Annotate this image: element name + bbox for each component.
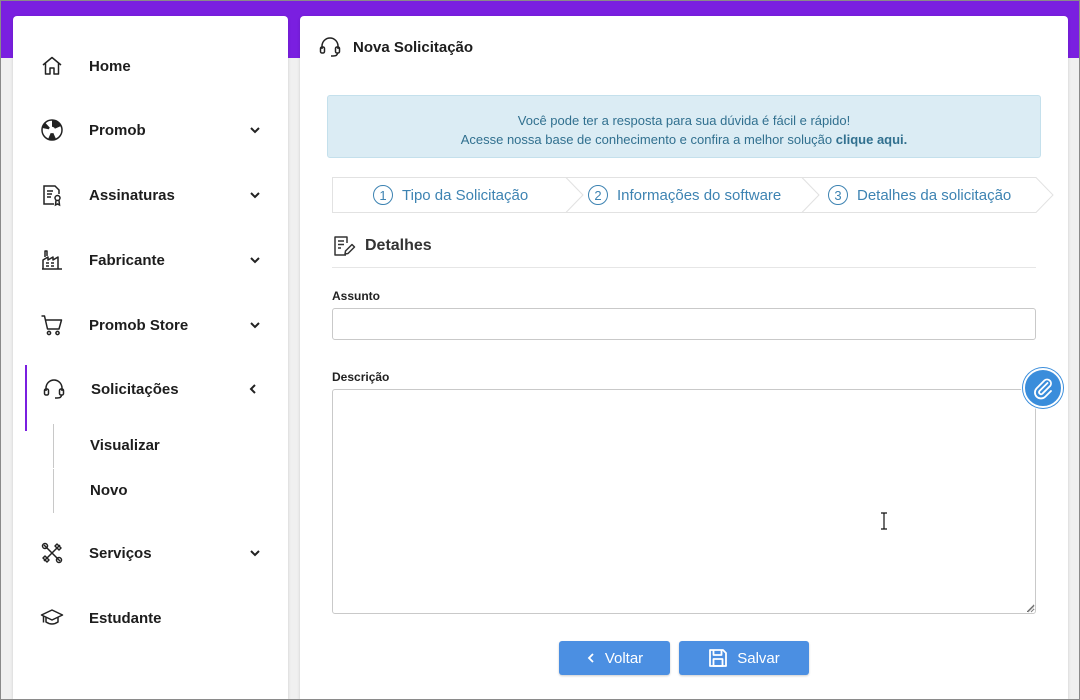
edit-document-icon <box>334 236 356 256</box>
wizard-steps: 1 Tipo da Solicitação 2 Informações do s… <box>332 177 1054 213</box>
save-button-label: Salvar <box>737 649 780 667</box>
text-cursor-icon <box>881 512 887 530</box>
sidebar-item-label: Assinaturas <box>89 186 175 204</box>
main-panel: Nova Solicitação Você pode ter a respost… <box>300 16 1068 700</box>
section-header-detalhes: Detalhes <box>332 234 1036 268</box>
wizard-step-informacoes[interactable]: 2 Informações do software <box>588 177 781 213</box>
submenu-line <box>53 469 54 513</box>
sidebar-item-estudante[interactable]: Estudante <box>13 598 288 638</box>
alert-line-2: Acesse nossa base de conhecimento e conf… <box>328 130 1040 149</box>
sidebar-item-servicos[interactable]: Serviços <box>13 533 288 573</box>
tools-icon <box>41 542 63 564</box>
step-number: 2 <box>588 185 608 205</box>
certificate-document-icon <box>43 185 61 207</box>
step-label: Tipo da Solicitação <box>402 186 529 204</box>
promob-logo-icon <box>41 119 63 141</box>
description-label: Descrição <box>332 370 390 384</box>
sidebar-item-fabricante[interactable]: Fabricante <box>13 240 288 280</box>
chevron-down-icon <box>250 322 260 329</box>
knowledge-base-link[interactable]: clique aqui. <box>836 132 908 147</box>
sidebar-item-label: Promob <box>89 121 146 139</box>
page-header: Nova Solicitação <box>318 34 473 60</box>
chevron-left-icon <box>249 384 256 394</box>
factory-icon <box>42 250 62 270</box>
chevron-down-icon <box>250 550 260 557</box>
sidebar-subitem-visualizar[interactable]: Visualizar <box>53 424 273 468</box>
chevron-down-icon <box>250 257 260 264</box>
headset-icon <box>319 37 341 57</box>
sidebar-item-home[interactable]: Home <box>13 46 288 86</box>
floppy-disk-icon <box>708 648 728 668</box>
chevron-down-icon <box>250 192 260 199</box>
page-title: Nova Solicitação <box>353 38 474 56</box>
sidebar-subitem-novo[interactable]: Novo <box>53 469 273 513</box>
knowledge-base-alert: Você pode ter a resposta para sua dúvida… <box>327 95 1041 158</box>
attach-file-button[interactable] <box>1021 366 1065 410</box>
home-icon <box>42 56 62 75</box>
sidebar-item-label: Promob Store <box>89 316 189 334</box>
sidebar-item-label: Serviços <box>89 544 152 562</box>
sidebar-item-assinaturas[interactable]: Assinaturas <box>13 175 288 215</box>
step-label: Detalhes da solicitação <box>857 186 1012 204</box>
sidebar-item-label: Solicitações <box>91 380 179 398</box>
subject-label: Assunto <box>332 289 380 303</box>
chevron-left-icon <box>586 652 596 664</box>
headset-icon <box>43 379 65 399</box>
wizard-step-tipo[interactable]: 1 Tipo da Solicitação <box>373 177 528 213</box>
sidebar-item-label: Fabricante <box>89 251 165 269</box>
sidebar-item-solicitacoes[interactable]: Solicitações <box>13 365 288 431</box>
sidebar-item-label: Home <box>89 57 131 75</box>
alert-line-1: Você pode ter a resposta para sua dúvida… <box>517 113 851 128</box>
shopping-cart-icon <box>41 315 63 336</box>
graduation-cap-icon <box>40 609 64 625</box>
sidebar-subitem-label: Novo <box>90 482 128 499</box>
back-button[interactable]: Voltar <box>559 641 670 675</box>
step-number: 1 <box>373 185 393 205</box>
step-label: Informações do software <box>617 186 782 204</box>
wizard-step-detalhes[interactable]: 3 Detalhes da solicitação <box>828 177 1011 213</box>
active-indicator <box>25 365 27 431</box>
chevron-down-icon <box>250 127 260 134</box>
sidebar-item-promob[interactable]: Promob <box>13 110 288 150</box>
submenu-line <box>53 424 54 468</box>
sidebar-subitem-label: Visualizar <box>90 437 160 454</box>
sidebar: Home Promob Assinaturas Fabricante Promo… <box>13 16 288 700</box>
resize-handle-icon[interactable] <box>1025 603 1035 613</box>
subject-input[interactable] <box>332 308 1036 340</box>
step-number: 3 <box>828 185 848 205</box>
sidebar-item-promob-store[interactable]: Promob Store <box>13 305 288 345</box>
save-button[interactable]: Salvar <box>679 641 809 675</box>
alert-text: Acesse nossa base de conhecimento e conf… <box>460 132 836 147</box>
description-textarea[interactable] <box>332 389 1036 614</box>
paperclip-icon <box>1034 378 1052 400</box>
back-button-label: Voltar <box>604 649 644 667</box>
sidebar-item-label: Estudante <box>89 609 162 627</box>
section-title: Detalhes <box>365 237 432 254</box>
